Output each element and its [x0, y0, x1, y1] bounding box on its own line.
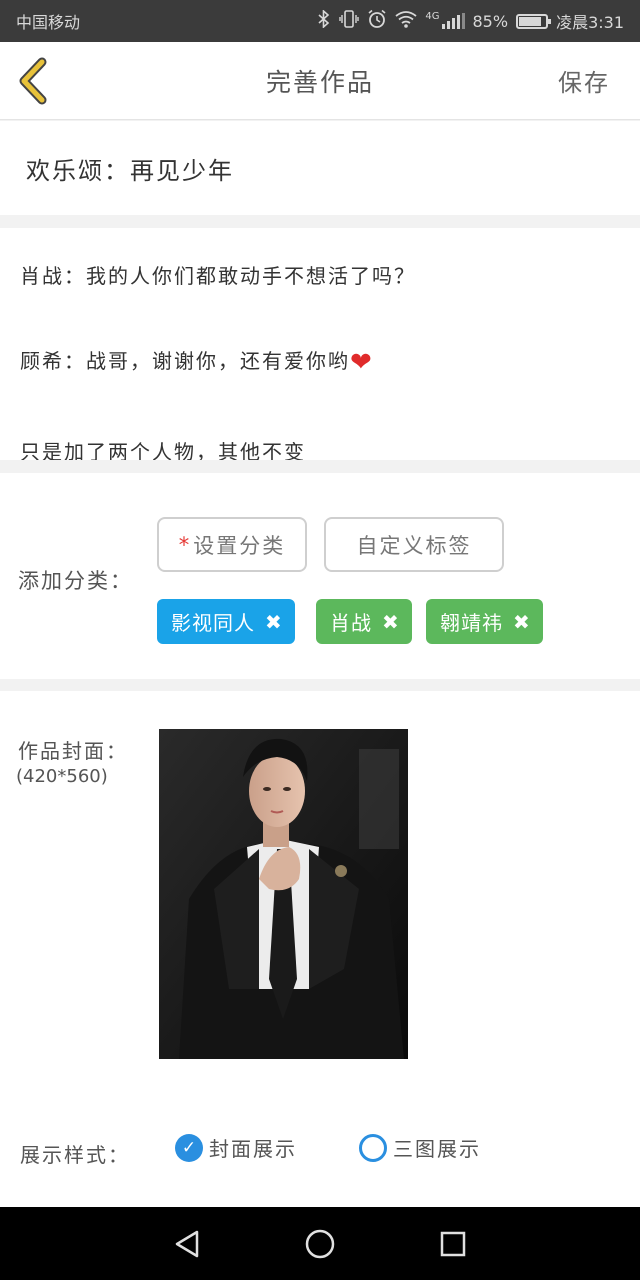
- category-section: 添加分类： * 设置分类 自定义标签 影视同人 ✖ 肖战 ✖ 翱靖祎 ✖: [0, 473, 640, 679]
- required-mark: *: [178, 532, 192, 557]
- display-style-label: 展示样式：: [20, 1143, 130, 1167]
- square-recents-icon: [441, 1231, 466, 1256]
- cover-label: 作品封面：: [18, 739, 128, 763]
- carrier-name: 中国移动: [16, 13, 81, 32]
- wifi-icon: [395, 10, 417, 32]
- battery-icon: [516, 13, 552, 29]
- empty-circle-icon: [359, 1133, 387, 1162]
- set-category-button[interactable]: * 设置分类: [157, 517, 307, 572]
- tag-chip: 影视同人 ✖: [157, 599, 295, 644]
- battery-percent: 85%: [472, 11, 509, 31]
- page-title: 完善作品: [265, 67, 374, 97]
- cover-section: 作品封面： (420*560) 展示样式： ✓ 封面展示 三图展示: [0, 691, 640, 1207]
- header-bar: 完善作品 保存: [0, 42, 640, 120]
- work-title[interactable]: 欢乐颂：再见少年: [26, 151, 234, 186]
- content-line: 顾希：战哥，谢谢你，还有爱你哟❤: [20, 347, 374, 378]
- cover-image[interactable]: [159, 729, 408, 1059]
- category-label: 添加分类：: [18, 569, 133, 593]
- status-bar: 中国移动 4G 85% 凌晨3:31: [0, 0, 640, 42]
- heart-emoji: ❤: [350, 347, 374, 378]
- nav-home-button[interactable]: [300, 1224, 340, 1264]
- status-icons: 4G 85% 凌晨3:31: [317, 9, 624, 33]
- system-nav-bar: [0, 1207, 640, 1280]
- remove-tag-icon[interactable]: ✖: [382, 610, 400, 634]
- alarm-icon: [367, 9, 387, 33]
- tag-chip: 肖战 ✖: [316, 599, 412, 644]
- nav-back-button[interactable]: [167, 1224, 207, 1264]
- vibrate-icon: [339, 10, 360, 32]
- tag-chip: 翱靖祎 ✖: [426, 599, 543, 644]
- radio-three-image-display[interactable]: 三图展示: [359, 1133, 481, 1162]
- content-line: 只是加了两个人物，其他不变: [20, 440, 306, 460]
- content-section[interactable]: 肖战：我的人你们都敢动手不想活了吗？ 顾希：战哥，谢谢你，还有爱你哟❤ 只是加了…: [0, 228, 640, 460]
- network-type: 4G: [425, 10, 440, 22]
- custom-tag-button[interactable]: 自定义标签: [324, 517, 504, 572]
- radio-cover-display[interactable]: ✓ 封面展示: [175, 1133, 297, 1162]
- signal-icon: [441, 13, 465, 29]
- nav-recents-button[interactable]: [433, 1224, 473, 1264]
- clock: 凌晨3:31: [556, 13, 624, 32]
- triangle-back-icon: [175, 1230, 198, 1257]
- bluetooth-icon: [317, 9, 331, 32]
- work-title-section: 欢乐颂：再见少年: [0, 121, 640, 215]
- save-button[interactable]: 保存: [558, 63, 610, 98]
- remove-tag-icon[interactable]: ✖: [265, 610, 283, 634]
- remove-tag-icon[interactable]: ✖: [513, 610, 531, 634]
- circle-home-icon: [305, 1229, 335, 1258]
- content-line: 肖战：我的人你们都敢动手不想活了吗？: [20, 264, 416, 288]
- cover-size-hint: (420*560): [16, 766, 108, 787]
- check-circle-icon: ✓: [175, 1133, 203, 1162]
